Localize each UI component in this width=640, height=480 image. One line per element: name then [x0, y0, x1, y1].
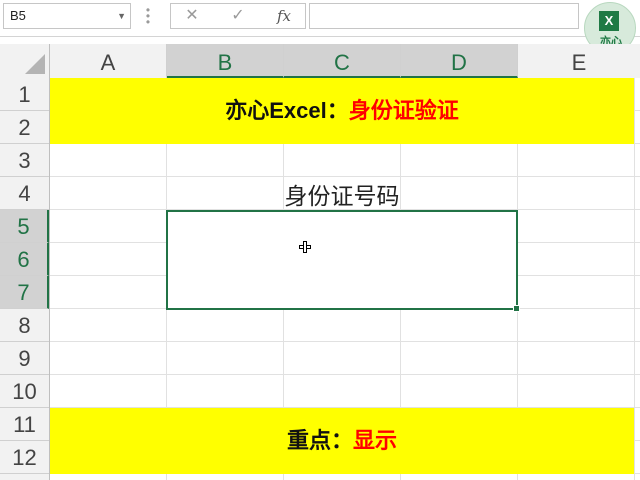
id-number-header-cell[interactable]: 身份证号码	[166, 178, 518, 211]
row-header-8[interactable]: 8	[0, 309, 49, 342]
formula-input[interactable]	[309, 3, 579, 29]
select-all-button[interactable]	[0, 44, 50, 78]
formula-bar-buttons: ✕ ✓ fx	[170, 3, 306, 29]
selected-range-b5-d7[interactable]	[166, 210, 520, 312]
row-header-9[interactable]: 9	[0, 342, 49, 375]
column-header-c[interactable]: C	[284, 44, 401, 78]
column-header-a[interactable]: A	[50, 44, 167, 78]
row-header-4[interactable]: 4	[0, 177, 49, 210]
formula-bar: B5 ▼ • • • ✕ ✓ fx	[0, 0, 640, 37]
column-header-d[interactable]: D	[401, 44, 518, 78]
column-header-bar: A B C D E	[0, 44, 640, 79]
excel-logo-icon: X	[599, 11, 619, 31]
cancel-icon[interactable]: ✕	[177, 4, 207, 28]
row-header-2[interactable]: 2	[0, 111, 49, 144]
row-header-12[interactable]: 12	[0, 441, 49, 474]
footer-prefix: 重点：	[286, 428, 353, 453]
row-header-1[interactable]: 1	[0, 78, 49, 111]
row-header-7[interactable]: 7	[0, 276, 49, 309]
plus-cursor-icon	[299, 241, 311, 253]
row-header-11[interactable]: 11	[0, 408, 49, 441]
title-prefix: 亦心Excel：	[225, 98, 349, 123]
namebox-dropdown-icon[interactable]: ▼	[117, 4, 126, 28]
name-box[interactable]: B5 ▼	[3, 3, 131, 29]
fill-handle[interactable]	[513, 305, 520, 312]
row-header-bar: 1 2 3 4 5 6 7 8 9 10 11 12	[0, 78, 50, 480]
select-all-icon	[25, 54, 45, 74]
column-header-b[interactable]: B	[167, 44, 284, 78]
row-header-5[interactable]: 5	[0, 210, 49, 243]
footer-banner-cell[interactable]: 重点：显示	[50, 408, 634, 474]
column-header-e[interactable]: E	[518, 44, 640, 78]
name-box-value: B5	[10, 8, 26, 23]
footer-highlight: 显示	[353, 428, 398, 453]
function-icon[interactable]: fx	[269, 4, 299, 28]
row-header-6[interactable]: 6	[0, 243, 49, 276]
formula-bar-grip[interactable]: • • •	[145, 4, 151, 28]
row-header-3[interactable]: 3	[0, 144, 49, 177]
enter-icon[interactable]: ✓	[223, 4, 253, 28]
row-header-10[interactable]: 10	[0, 375, 49, 408]
title-highlight: 身份证验证	[348, 98, 459, 123]
title-banner-cell[interactable]: 亦心Excel：身份证验证	[50, 78, 634, 144]
